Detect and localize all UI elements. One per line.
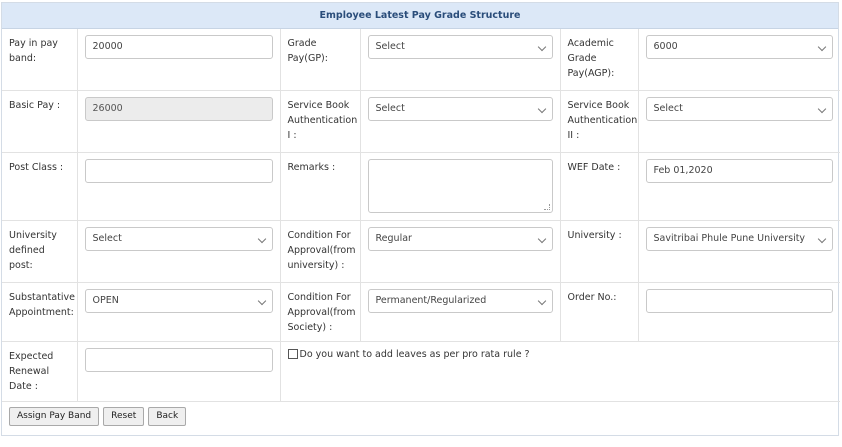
cond-univ-value: Regular — [375, 232, 412, 244]
sb-auth-2-label: Service Book Authentication II : — [567, 99, 638, 141]
cond-univ-label: Condition For Approval(from university) … — [287, 229, 356, 271]
chevron-down-icon — [817, 104, 827, 113]
basic-pay-label: Basic Pay : — [9, 99, 61, 111]
university-select[interactable]: Savitribai Phule Pune University — [645, 226, 833, 251]
pay-in-pay-band-input[interactable]: 20000 — [84, 35, 273, 59]
chevron-down-icon — [537, 104, 546, 113]
remarks-textarea[interactable] — [367, 158, 553, 213]
university-value: Savitribai Phule Pune University — [653, 232, 806, 244]
pay-grade-form: Pay in pay band: 20000 Grade Pay(GP): Se… — [2, 29, 840, 402]
agp-select[interactable]: 6000 — [645, 35, 833, 59]
assign-pay-band-button[interactable]: Assign Pay Band — [9, 406, 100, 426]
chevron-down-icon — [257, 296, 266, 305]
chevron-down-icon — [537, 234, 546, 243]
basic-pay-input: 26000 — [84, 96, 273, 121]
leaves-checkbox-label: Do you want to add leaves as per pro rat… — [299, 348, 530, 360]
sb-auth-1-select[interactable]: Select — [367, 96, 553, 121]
sb-auth-2-value: Select — [653, 102, 683, 114]
chevron-down-icon — [817, 234, 827, 243]
agp-value: 6000 — [653, 41, 678, 52]
renewal-date-input[interactable] — [84, 347, 273, 372]
sb-auth-1-value: Select — [375, 102, 405, 114]
chevron-down-icon — [817, 42, 827, 52]
sb-auth-2-select[interactable]: Select — [645, 96, 833, 121]
chevron-down-icon — [257, 234, 266, 243]
order-no-input[interactable] — [645, 288, 833, 313]
post-class-input[interactable] — [84, 158, 273, 183]
university-label: University : — [567, 229, 622, 241]
substantive-value: OPEN — [92, 294, 119, 306]
wef-date-input[interactable]: Feb 01,2020 — [645, 158, 833, 183]
sb-auth-1-label: Service Book Authentication I : — [287, 99, 358, 141]
grade-pay-label: Grade Pay(GP): — [287, 38, 328, 64]
remarks-label: Remarks : — [287, 161, 336, 173]
agp-label: Academic Grade Pay(AGP): — [567, 38, 615, 79]
chevron-down-icon — [537, 296, 546, 305]
univ-post-value: Select — [92, 232, 122, 244]
cond-society-label: Condition For Approval(from Society) : — [287, 291, 356, 333]
resize-grip-icon[interactable] — [543, 203, 550, 210]
panel-title: Employee Latest Pay Grade Structure — [2, 3, 838, 29]
univ-post-label: University defined post: — [9, 229, 57, 271]
pay-in-pay-band-label: Pay in pay band: — [9, 38, 58, 64]
pay-grade-panel: Employee Latest Pay Grade Structure Pay … — [1, 2, 840, 436]
substantive-select[interactable]: OPEN — [84, 288, 273, 313]
action-bar: Assign Pay Band Reset Back — [2, 402, 838, 431]
grade-pay-value: Select — [375, 41, 405, 52]
post-class-label: Post Class : — [9, 161, 64, 173]
leaves-option[interactable]: Do you want to add leaves as per pro rat… — [281, 342, 841, 360]
wef-date-label: WEF Date : — [567, 161, 621, 173]
back-button[interactable]: Back — [148, 406, 187, 426]
renewal-date-label: Expected Renewal Date : — [9, 350, 54, 392]
order-no-label: Order No.: — [567, 291, 617, 303]
grade-pay-select[interactable]: Select — [367, 35, 553, 59]
cond-univ-select[interactable]: Regular — [367, 226, 553, 251]
reset-button[interactable]: Reset — [103, 406, 145, 426]
leaves-checkbox[interactable] — [287, 349, 298, 359]
chevron-down-icon — [537, 42, 546, 52]
cond-society-value: Permanent/Regularized — [375, 294, 487, 306]
cond-society-select[interactable]: Permanent/Regularized — [367, 288, 553, 313]
substantive-label: Substantative Appointment: — [9, 291, 75, 318]
univ-post-select[interactable]: Select — [84, 226, 273, 251]
